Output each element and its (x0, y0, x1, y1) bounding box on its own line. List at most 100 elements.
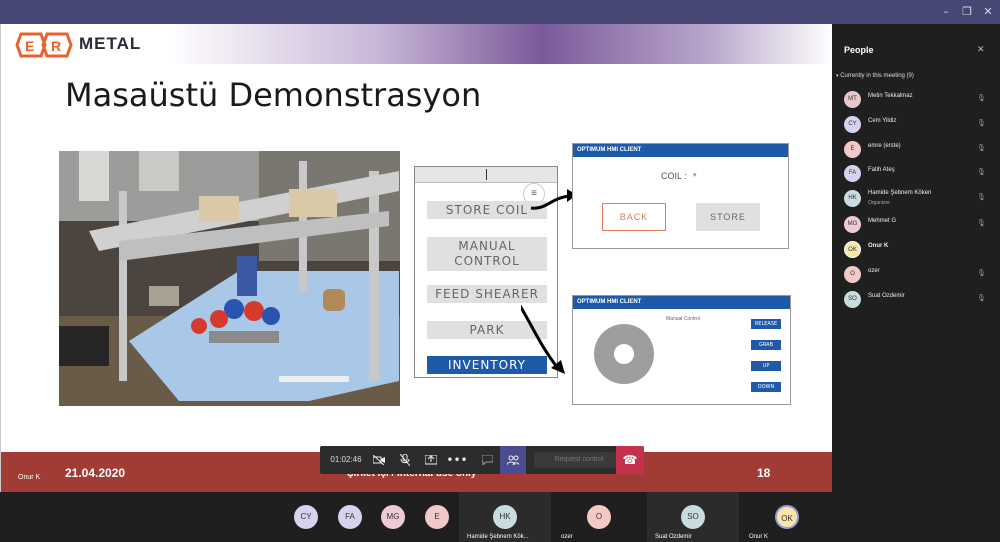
mic-muted-icon: 🎙︎ (977, 120, 986, 127)
request-control-button[interactable]: Request control (534, 452, 624, 468)
mic-muted-icon: 🎙︎ (977, 194, 986, 201)
window-subtitle: Manual Control (666, 316, 700, 322)
close-icon[interactable]: ✕ (977, 44, 985, 55)
demo-rig-image (59, 151, 400, 406)
avatar: HK (493, 505, 517, 529)
participant-name: Metin Tekkalmaz (868, 93, 913, 99)
avatar: SO (681, 505, 705, 529)
demo-rig-photo (59, 151, 400, 406)
avatar[interactable]: CY (294, 505, 318, 529)
participant-row[interactable]: FA Fatih Ateş 🎙︎ (844, 165, 994, 183)
avatar[interactable]: MG (381, 505, 405, 529)
store-button[interactable]: STORE (696, 203, 760, 231)
mic-off-icon[interactable] (394, 446, 416, 474)
avatar: CY (844, 116, 861, 133)
joystick-icon[interactable] (593, 323, 655, 385)
coil-dropdown-icon[interactable]: ▾ (693, 171, 697, 179)
participant-row[interactable]: OK Onur K (844, 241, 994, 259)
avatar: MG (844, 216, 861, 233)
participant-row[interactable]: O ozer 🎙︎ (844, 266, 994, 284)
people-panel: People ✕ ▾ Currently in this meeting (9)… (832, 24, 1000, 492)
participant-tile[interactable]: O ozer (553, 492, 645, 542)
window-title: OPTIMUM HMI CLIENT (573, 296, 790, 309)
participant-name: ozer (868, 268, 880, 274)
avatar[interactable]: FA (338, 505, 362, 529)
coil-label: COIL : (661, 171, 687, 181)
slide-page-number: 18 (757, 466, 771, 480)
mic-muted-icon: 🎙︎ (977, 145, 986, 152)
close-icon[interactable]: ✕ (980, 4, 996, 20)
participant-name: emre (erste) (868, 143, 901, 149)
release-button[interactable]: RELEASE (751, 319, 781, 329)
avatar: O (844, 266, 861, 283)
participants-section-header[interactable]: ▾ Currently in this meeting (9) (836, 73, 914, 79)
avatar: HK (844, 190, 861, 207)
chevron-down-icon: ▾ (836, 73, 839, 79)
er-logo-icon: E R (15, 32, 73, 58)
call-controls-bar: 01:02:46 ••• Request control ☎ (320, 446, 644, 474)
participant-name: ozer (561, 534, 573, 540)
avatar: SO (844, 291, 861, 308)
participant-row[interactable]: HK Hamide Şebnem Köken Organizer 🎙︎ (844, 190, 994, 208)
participant-gallery: CY FA MG E HK Hamide Şebnem Kök... O oze… (0, 492, 1000, 542)
call-timer: 01:02:46 (330, 455, 362, 464)
participant-tile[interactable]: SO Suat Ozdemir (647, 492, 739, 542)
mic-muted-icon: 🎙︎ (977, 95, 986, 102)
participant-row[interactable]: SO Suat Ozdemir 🎙︎ (844, 291, 994, 309)
participant-name: Suat Ozdemir (868, 293, 905, 299)
participants-icon[interactable] (500, 446, 526, 474)
svg-text:R: R (51, 38, 61, 54)
avatar[interactable]: E (425, 505, 449, 529)
participant-row[interactable]: CY Cem Yildiz 🎙︎ (844, 116, 994, 134)
participant-name: Cem Yildiz (868, 118, 897, 124)
presentation-slide: E R METAL Masaüstü Demonstrasyon ≡ STORE… (0, 24, 832, 492)
section-label: Currently in this meeting (9) (840, 73, 914, 79)
svg-text:E: E (25, 38, 34, 54)
participant-row[interactable]: MG Mehmet G 🎙︎ (844, 216, 994, 234)
video-off-icon[interactable] (368, 446, 390, 474)
people-panel-title: People (844, 45, 874, 55)
text-cursor (486, 169, 487, 180)
grab-button[interactable]: GRAB (751, 340, 781, 350)
participant-name: Hamide Şebnem Kök... (467, 534, 529, 540)
mic-muted-icon: 🎙︎ (977, 270, 986, 277)
avatar: OK (775, 505, 799, 529)
window-title: OPTIMUM HMI CLIENT (573, 144, 788, 157)
mic-muted-icon: 🎙︎ (977, 295, 986, 302)
participant-name: Onur K (868, 243, 889, 249)
minimize-icon[interactable]: – (938, 4, 954, 20)
participant-name: Hamide Şebnem Köken (868, 190, 932, 196)
participant-name: Suat Ozdemir (655, 534, 692, 540)
mic-muted-icon: 🎙︎ (977, 220, 986, 227)
slide-header: E R METAL (1, 24, 832, 64)
logo-text: METAL (79, 34, 142, 53)
hangup-icon[interactable]: ☎ (616, 446, 644, 474)
participant-tile[interactable]: HK Hamide Şebnem Kök... (459, 492, 551, 542)
avatar: E (844, 141, 861, 158)
chat-icon[interactable] (476, 446, 498, 474)
participant-row[interactable]: E emre (erste) 🎙︎ (844, 141, 994, 159)
avatar: O (587, 505, 611, 529)
avatar: OK (844, 241, 861, 258)
back-button[interactable]: BACK (602, 203, 666, 231)
participant-role: Organizer (868, 200, 890, 206)
participant-tile[interactable]: OK Onur K (741, 492, 833, 542)
presenter-name-label: Onur K (18, 474, 41, 481)
restore-icon[interactable]: ❐ (959, 4, 975, 20)
title-bar: – ❐ ✕ (0, 0, 1000, 24)
shared-screen-stage: E R METAL Masaüstü Demonstrasyon ≡ STORE… (0, 24, 832, 492)
participant-name: Onur K (749, 534, 769, 540)
share-icon[interactable] (420, 446, 442, 474)
participant-row[interactable]: MT Metin Tekkalmaz 🎙︎ (844, 91, 994, 109)
hmi-top-bar (415, 167, 557, 183)
slide-date: 21.04.2020 (65, 466, 126, 480)
slide-title: Masaüstü Demonstrasyon (65, 76, 482, 114)
up-button[interactable]: UP (751, 361, 781, 371)
hmi-store-coil-window: OPTIMUM HMI CLIENT COIL : ▾ BACK STORE (572, 143, 789, 249)
avatar: FA (844, 165, 861, 182)
avatar: MT (844, 91, 861, 108)
participant-name: Fatih Ateş (868, 167, 895, 173)
down-button[interactable]: DOWN (751, 382, 781, 392)
participant-name: Mehmet G (868, 218, 897, 224)
more-icon[interactable]: ••• (446, 446, 468, 474)
